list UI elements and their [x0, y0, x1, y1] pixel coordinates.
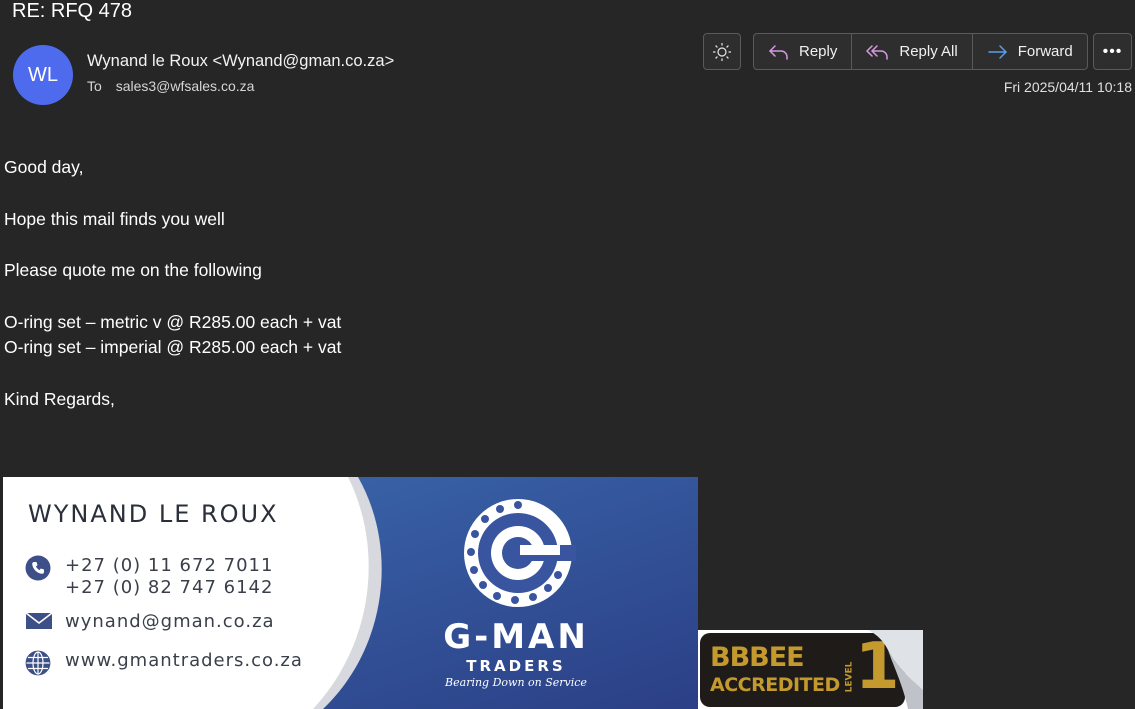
ellipsis-icon: ••• — [1102, 42, 1123, 60]
sent-date: Fri 2025/04/11 10:18 — [1003, 79, 1132, 95]
brand-tagline: Bearing Down on Service — [445, 676, 587, 689]
badge-title: BBBEE — [710, 642, 805, 673]
forward-button[interactable]: Forward — [973, 34, 1087, 69]
phone-number: +27 (0) 11 672 7011 — [65, 555, 274, 576]
gman-bearing-logo — [464, 499, 576, 607]
mail-icon — [25, 612, 53, 629]
to-label: To — [87, 78, 102, 94]
reply-button[interactable]: Reply — [754, 34, 853, 69]
greeting: Good day, — [4, 157, 84, 177]
gman-brand: G-MAN TRADERS Bearing Down on Service — [416, 617, 616, 691]
avatar-initials: WL — [28, 63, 58, 86]
body-line: Hope this mail finds you well — [4, 208, 225, 229]
recipient-address[interactable]: sales3@wfsales.co.za — [116, 78, 255, 94]
badge-level-label: LEVEL — [844, 661, 855, 693]
sun-icon — [713, 42, 731, 61]
brand-subtitle: TRADERS — [466, 657, 566, 675]
reply-label: Reply — [799, 43, 838, 60]
forward-label: Forward — [1017, 43, 1073, 60]
globe-icon — [25, 650, 51, 676]
bbbee-badge: BBBEE ACCREDITED LEVEL 1 — [698, 630, 923, 709]
quote-item: O-ring set – imperial @ R285.00 each + v… — [4, 337, 342, 357]
quote-item: O-ring set – metric v @ R285.00 each + v… — [4, 311, 342, 332]
toggle-theme-button[interactable] — [703, 33, 741, 70]
more-actions-button[interactable]: ••• — [1093, 33, 1132, 70]
signature-website-text: www.gmantraders.co.za — [65, 650, 303, 671]
reply-all-button[interactable]: Reply All — [852, 34, 973, 69]
reply-all-icon — [866, 44, 889, 60]
brand-name: G-MAN — [443, 617, 589, 657]
phone-icon — [25, 555, 51, 581]
reply-all-label: Reply All — [899, 43, 958, 60]
badge-subtitle: ACCREDITED — [710, 674, 840, 696]
signature-image: WYNAND LE ROUX +27 (0) 11 672 7011 +27 (… — [3, 477, 698, 709]
sender-avatar[interactable]: WL — [13, 45, 73, 105]
email-body: Good day, Hope this mail finds you well … — [4, 155, 341, 412]
signature-email-text: wynand@gman.co.za — [65, 611, 275, 632]
recipient-line: To sales3@wfsales.co.za — [87, 78, 254, 94]
closing: Kind Regards, — [4, 388, 115, 409]
forward-icon — [987, 44, 1007, 59]
email-subject: RE: RFQ 478 — [12, 0, 133, 22]
message-actions: Reply Reply All Forward — [753, 33, 1088, 70]
page-curl-icon — [868, 630, 923, 709]
phone-number: +27 (0) 82 747 6142 — [65, 577, 274, 598]
signature-name: WYNAND LE ROUX — [28, 500, 279, 528]
reply-icon — [769, 44, 788, 60]
sender-name[interactable]: Wynand le Roux <Wynand@gman.co.za> — [87, 52, 394, 71]
body-line: Please quote me on the following — [4, 260, 262, 280]
